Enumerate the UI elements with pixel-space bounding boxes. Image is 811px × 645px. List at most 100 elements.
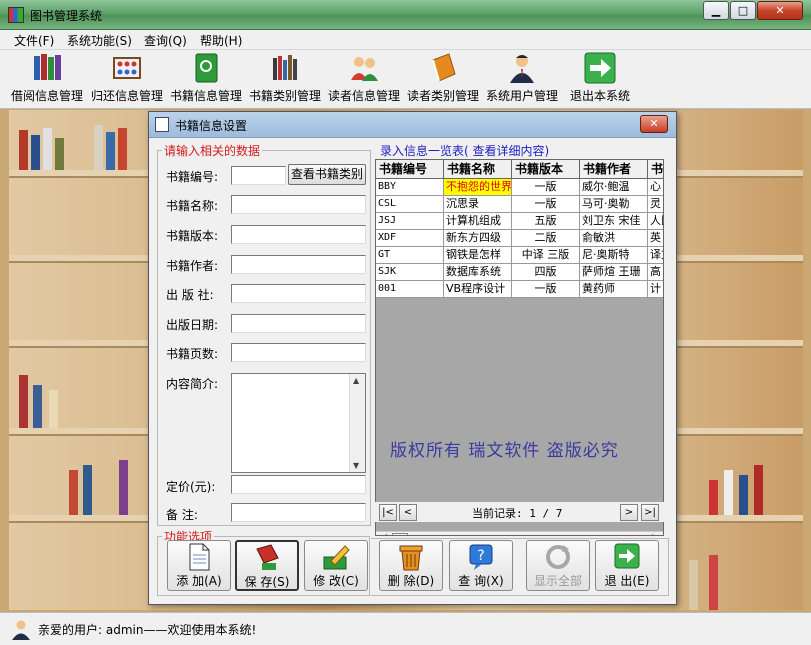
- column-header[interactable]: 书籍名称: [444, 160, 512, 179]
- table-cell[interactable]: 英: [648, 230, 663, 247]
- table-cell[interactable]: 刘卫东 宋佳: [580, 213, 648, 230]
- table-cell[interactable]: 中译 三版: [512, 247, 580, 264]
- show-all-button[interactable]: 显示全部: [526, 540, 590, 591]
- table-cell[interactable]: CSL: [376, 196, 444, 213]
- table-cell[interactable]: BBY: [376, 179, 444, 196]
- code-input[interactable]: [231, 166, 286, 185]
- price-input[interactable]: [231, 475, 366, 494]
- scroll-thumb[interactable]: [392, 533, 408, 535]
- grid-horizontal-scrollbar[interactable]: ◀ ▶: [376, 531, 663, 535]
- toolbar-book-category-button[interactable]: 书籍类别管理: [246, 52, 324, 107]
- toolbar-label: 书籍类别管理: [248, 89, 321, 103]
- toolbar-reader-category-button[interactable]: 读者类别管理: [404, 52, 482, 107]
- toolbar-system-user-button[interactable]: 系统用户管理: [483, 52, 561, 107]
- table-cell[interactable]: 二版: [512, 230, 580, 247]
- add-button[interactable]: 添 加(A): [167, 540, 231, 591]
- table-cell[interactable]: 一版: [512, 281, 580, 298]
- edit-button[interactable]: 修 改(C): [304, 540, 368, 591]
- scroll-right-icon[interactable]: ▶: [652, 533, 659, 535]
- menu-system[interactable]: 系统功能(S): [67, 32, 132, 49]
- table-cell[interactable]: 不抱怨的世界: [444, 179, 512, 196]
- abacus-icon: [113, 57, 141, 79]
- table-cell[interactable]: 黄药师: [580, 281, 648, 298]
- prev-record-button[interactable]: <: [399, 504, 417, 521]
- table-cell[interactable]: 译文: [648, 247, 663, 264]
- toolbar-return-button[interactable]: 归还信息管理: [88, 52, 166, 107]
- table-row[interactable]: GT 钢铁是怎样 中译 三版 尼·奥斯特 译文: [376, 247, 663, 264]
- toolbar-reader-info-button[interactable]: 读者信息管理: [325, 52, 403, 107]
- records-grid[interactable]: 书籍编号 书籍名称 书籍版本 书籍作者 书 BBY 不抱怨的世界 一版 威尔·鲍…: [375, 159, 664, 536]
- save-button[interactable]: 保 存(S): [235, 540, 299, 591]
- table-cell[interactable]: 数据库系统: [444, 264, 512, 281]
- edition-input[interactable]: [231, 225, 366, 244]
- table-row[interactable]: 001 VB程序设计 一版 黄药师 计: [376, 281, 663, 298]
- table-cell[interactable]: GT: [376, 247, 444, 264]
- table-cell[interactable]: VB程序设计: [444, 281, 512, 298]
- table-cell[interactable]: 尼·奥斯特: [580, 247, 648, 264]
- table-cell[interactable]: 001: [376, 281, 444, 298]
- table-cell[interactable]: 高: [648, 264, 663, 281]
- toolbar-label: 读者信息管理: [327, 89, 400, 103]
- table-cell[interactable]: 灵: [648, 196, 663, 213]
- toolbar-borrow-button[interactable]: 借阅信息管理: [8, 52, 86, 107]
- table-cell[interactable]: 计算机组成: [444, 213, 512, 230]
- maximize-button[interactable]: □: [730, 1, 756, 20]
- toolbar-exit-button[interactable]: 退出本系统: [566, 52, 634, 107]
- column-header[interactable]: 书籍编号: [376, 160, 444, 179]
- table-row[interactable]: XDF 新东方四级 二版 俞敏洪 英: [376, 230, 663, 247]
- view-category-button[interactable]: 查看书籍类别: [288, 164, 366, 185]
- table-cell[interactable]: 马可·奥勒: [580, 196, 648, 213]
- table-cell[interactable]: SJK: [376, 264, 444, 281]
- close-button[interactable]: ✕: [757, 1, 803, 20]
- table-cell[interactable]: 心: [648, 179, 663, 196]
- user-icon: [12, 620, 30, 640]
- table-cell[interactable]: 俞敏洪: [580, 230, 648, 247]
- column-header[interactable]: 书: [648, 160, 663, 179]
- query-button[interactable]: ? 查 询(X): [449, 540, 513, 591]
- table-cell[interactable]: 威尔·鲍温: [580, 179, 648, 196]
- table-cell[interactable]: XDF: [376, 230, 444, 247]
- publisher-input[interactable]: [231, 284, 366, 303]
- table-cell[interactable]: 钢铁是怎样: [444, 247, 512, 264]
- scroll-down-icon[interactable]: ▼: [353, 461, 359, 470]
- column-header[interactable]: 书籍版本: [512, 160, 580, 179]
- toolbar: 借阅信息管理 归还信息管理 书籍信息管理 书籍类别管理 读者信息管理 读者类别管…: [0, 50, 811, 109]
- table-row[interactable]: BBY 不抱怨的世界 一版 威尔·鲍温 心: [376, 179, 663, 196]
- exit-button[interactable]: 退 出(E): [595, 540, 659, 591]
- pages-input[interactable]: [231, 343, 366, 362]
- table-cell[interactable]: 萨师煊 王珊: [580, 264, 648, 281]
- table-cell[interactable]: 四版: [512, 264, 580, 281]
- author-input[interactable]: [231, 255, 366, 274]
- remark-input[interactable]: [231, 503, 366, 522]
- delete-button[interactable]: 删 除(D): [379, 540, 443, 591]
- table-row[interactable]: CSL 沉思录 一版 马可·奥勒 灵: [376, 196, 663, 213]
- pubdate-input[interactable]: [231, 314, 366, 333]
- table-cell[interactable]: 一版: [512, 179, 580, 196]
- table-cell[interactable]: 新东方四级: [444, 230, 512, 247]
- table-cell[interactable]: 沉思录: [444, 196, 512, 213]
- next-record-button[interactable]: >: [620, 504, 638, 521]
- table-cell[interactable]: JSJ: [376, 213, 444, 230]
- table-cell[interactable]: 人民: [648, 213, 663, 230]
- scroll-up-icon[interactable]: ▲: [353, 376, 359, 385]
- table-row[interactable]: JSJ 计算机组成 五版 刘卫东 宋佳 人民: [376, 213, 663, 230]
- minimize-button[interactable]: ▁: [703, 1, 729, 20]
- summary-textarea[interactable]: ▲ ▼: [231, 373, 366, 473]
- dialog-title-bar: 书籍信息设置 ✕: [149, 112, 676, 138]
- menu-query[interactable]: 查询(Q): [144, 32, 187, 49]
- last-record-button[interactable]: >|: [641, 504, 659, 521]
- table-cell[interactable]: 一版: [512, 196, 580, 213]
- table-cell[interactable]: 五版: [512, 213, 580, 230]
- scroll-left-icon[interactable]: ◀: [380, 533, 387, 535]
- toolbar-book-info-button[interactable]: 书籍信息管理: [167, 52, 245, 107]
- menu-help[interactable]: 帮助(H): [200, 32, 242, 49]
- name-input[interactable]: [231, 195, 366, 214]
- first-record-button[interactable]: |<: [379, 504, 397, 521]
- table-cell[interactable]: 计: [648, 281, 663, 298]
- edit-button-label: 修 改(C): [313, 574, 359, 588]
- dialog-close-button[interactable]: ✕: [640, 115, 668, 133]
- menu-file[interactable]: 文件(F): [14, 32, 54, 49]
- summary-scrollbar[interactable]: ▲ ▼: [349, 374, 365, 472]
- column-header[interactable]: 书籍作者: [580, 160, 648, 179]
- table-row[interactable]: SJK 数据库系统 四版 萨师煊 王珊 高: [376, 264, 663, 281]
